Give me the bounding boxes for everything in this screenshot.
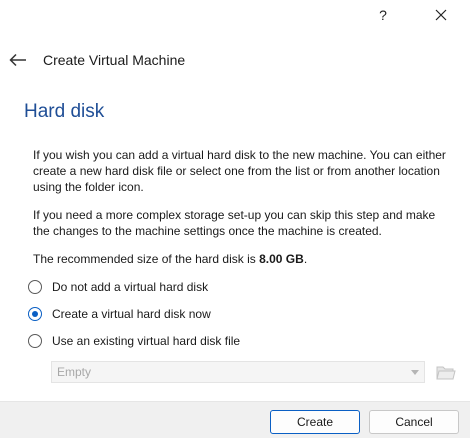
radio-create-disk[interactable]: [28, 307, 42, 321]
wizard-title: Create Virtual Machine: [43, 52, 186, 68]
close-icon: [435, 9, 447, 21]
back-button[interactable]: [6, 48, 30, 72]
intro-text: If you wish you can add a virtual hard d…: [33, 148, 446, 194]
back-arrow-icon: [9, 53, 26, 67]
folder-icon: [436, 366, 456, 380]
help-label: ?: [379, 7, 387, 23]
recommended-size-prefix: The recommended size of the hard disk is: [33, 252, 260, 266]
option-create-disk[interactable]: Create a virtual hard disk now: [28, 304, 211, 324]
recommended-size-suffix: .: [303, 252, 308, 266]
title-bar: ?: [0, 0, 470, 30]
storage-hint-text: If you need a more complex storage set-u…: [33, 208, 436, 238]
choose-disk-file-button[interactable]: [433, 359, 459, 385]
cancel-button[interactable]: Cancel: [369, 410, 459, 434]
chevron-down-icon: [406, 369, 424, 375]
existing-disk-select[interactable]: Empty: [51, 361, 425, 383]
radio-existing-disk[interactable]: [28, 334, 42, 348]
recommended-size-value: 8.00 GB: [259, 252, 304, 266]
existing-disk-select-value: Empty: [57, 365, 92, 379]
option-no-disk[interactable]: Do not add a virtual hard disk: [28, 277, 208, 297]
option-no-disk-label: Do not add a virtual hard disk: [52, 280, 209, 294]
close-button[interactable]: [418, 0, 464, 30]
create-button[interactable]: Create: [270, 410, 360, 434]
page-title: Hard disk: [24, 101, 105, 122]
option-existing-disk[interactable]: Use an existing virtual hard disk file: [28, 331, 240, 351]
button-bar: Create Cancel: [0, 401, 470, 438]
radio-no-disk[interactable]: [28, 280, 42, 294]
wizard-header: Create Virtual Machine: [0, 42, 470, 80]
help-button[interactable]: ?: [360, 0, 406, 30]
option-existing-disk-label: Use an existing virtual hard disk file: [52, 334, 241, 348]
recommended-size-text: The recommended size of the hard disk is…: [33, 251, 453, 267]
option-create-disk-label: Create a virtual hard disk now: [52, 307, 211, 321]
